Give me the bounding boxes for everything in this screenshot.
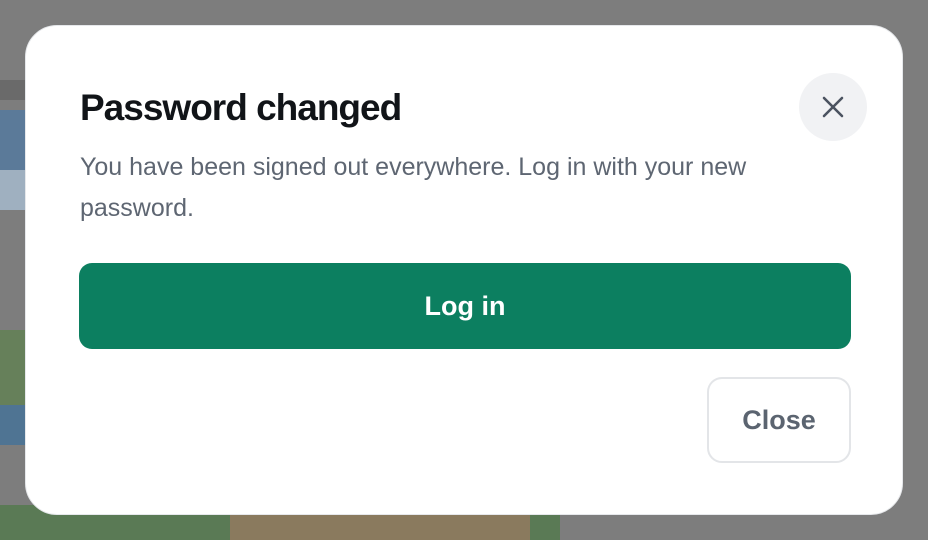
close-button[interactable]: Close — [707, 377, 851, 463]
password-changed-dialog: Password changed You have been signed ou… — [25, 25, 903, 515]
dialog-title: Password changed — [80, 87, 402, 128]
background-app-fragment — [230, 512, 530, 540]
dialog-close-button[interactable] — [799, 73, 867, 141]
close-icon — [822, 96, 844, 118]
log-in-button[interactable]: Log in — [79, 263, 851, 349]
dialog-message: You have been signed out everywhere. Log… — [80, 153, 747, 222]
